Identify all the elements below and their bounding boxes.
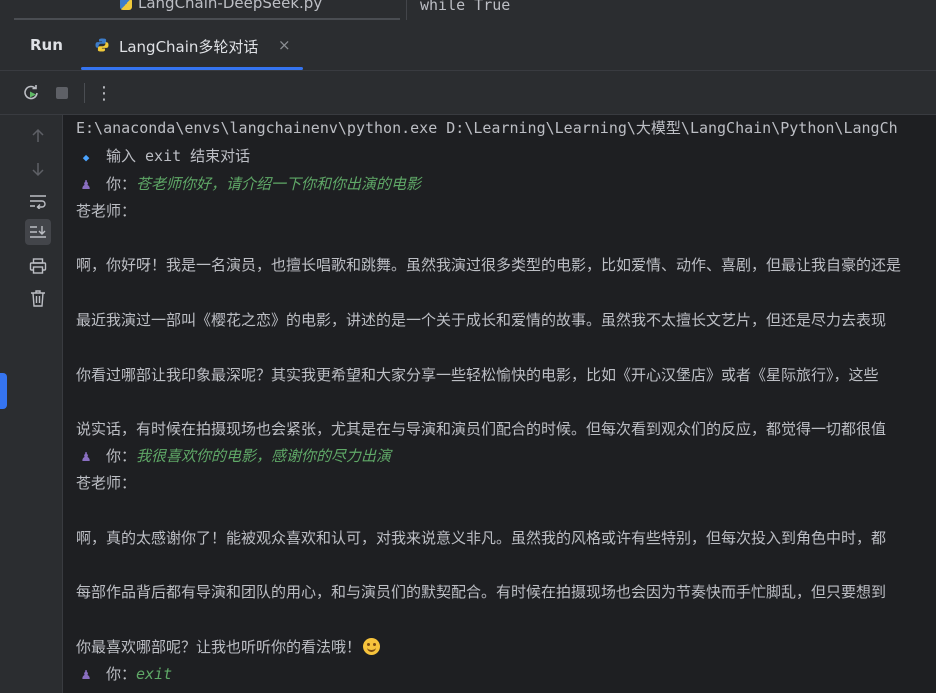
user-prefix: 你： bbox=[106, 665, 137, 683]
assistant-reply-line: 啊，真的太感谢你了！能被观众喜欢和认可，对我来说意义非凡。虽然我的风格或许有些特… bbox=[76, 529, 887, 547]
scroll-down-button[interactable] bbox=[25, 156, 51, 182]
arrow-down-icon bbox=[32, 163, 44, 177]
scroll-up-button[interactable] bbox=[25, 123, 51, 149]
user-input-line: ♟ 你：我很喜欢你的电影，感谢你的尽力出演 bbox=[76, 444, 391, 468]
user-message: 我很喜欢你的电影，感谢你的尽力出演 bbox=[136, 447, 392, 465]
active-tab-indicator bbox=[81, 67, 303, 70]
console-hint-line: ◆ 输入 exit 结束对话 bbox=[76, 144, 251, 168]
console-hint-text: 输入 exit 结束对话 bbox=[106, 147, 251, 165]
clear-console-button[interactable] bbox=[25, 285, 51, 311]
user-prefix: 你： bbox=[106, 175, 137, 193]
rerun-button[interactable] bbox=[18, 80, 44, 106]
assistant-name-line: 苍老师： bbox=[76, 202, 137, 220]
arrow-up-icon bbox=[32, 128, 44, 142]
editor-file-name: LangChain-DeepSeek.py bbox=[138, 0, 323, 12]
console-output[interactable]: E:\anaconda\envs\langchainenv\python.exe… bbox=[63, 115, 936, 693]
assistant-reply-line: 说实话，有时候在拍摄现场也会紧张，尤其是在与导演和演员们配合的时候。但每次看到观… bbox=[76, 420, 887, 438]
assistant-reply-line: 每部作品背后都有导演和团队的用心，和与演员们的默契配合。有时候在拍摄现场也会因为… bbox=[76, 583, 887, 601]
assistant-reply-line: 你看过哪部让我印象最深呢？其实我更希望和大家分享一些轻松愉快的电影，比如《开心汉… bbox=[76, 366, 879, 384]
print-icon bbox=[29, 258, 47, 274]
assistant-reply-line: 最近我演过一部叫《樱花之恋》的电影，讲述的是一个关于成长和爱情的故事。虽然我不太… bbox=[76, 311, 887, 329]
console-gutter bbox=[0, 115, 63, 693]
editor-tab-strip: LangChain-DeepSeek.py while True bbox=[0, 0, 936, 22]
stop-button[interactable] bbox=[49, 80, 75, 106]
assistant-name-line: 苍老师： bbox=[76, 474, 137, 492]
toolbar-separator bbox=[84, 83, 85, 103]
user-input-line: ♟ 你：苍老师你好，请介绍一下你和你出演的电影 bbox=[76, 172, 421, 196]
smiling-face-emoji-icon bbox=[363, 638, 381, 655]
assistant-reply-line: 啊，你好呀！我是一名演员，也擅长唱歌和跳舞。虽然我演过很多类型的电影，比如爱情、… bbox=[76, 256, 902, 274]
python-icon bbox=[95, 38, 109, 52]
trash-icon bbox=[31, 290, 45, 307]
assistant-reply-text: 你最喜欢哪部呢？让我也听听你的看法哦！ bbox=[76, 638, 362, 656]
close-tab-icon[interactable]: × bbox=[278, 36, 291, 54]
user-input-line: ♟ 你：exit bbox=[76, 662, 172, 686]
user-message: exit bbox=[136, 665, 173, 683]
scroll-to-end-button[interactable] bbox=[25, 219, 51, 245]
user-icon: ♟ bbox=[81, 175, 91, 193]
console-command-line: E:\anaconda\envs\langchainenv\python.exe… bbox=[76, 119, 898, 137]
editor-file-tab[interactable]: LangChain-DeepSeek.py bbox=[14, 0, 400, 20]
run-tool-window-header: Run LangChain多轮对话 × bbox=[0, 22, 936, 71]
tool-window-accent-marker bbox=[0, 373, 7, 409]
user-prefix: 你： bbox=[106, 447, 137, 465]
user-icon: ♟ bbox=[81, 447, 91, 465]
run-configuration-tab[interactable]: LangChain多轮对话 × bbox=[81, 22, 303, 70]
rerun-icon bbox=[24, 85, 38, 100]
run-tab-label: LangChain多轮对话 bbox=[119, 38, 259, 56]
print-button[interactable] bbox=[25, 253, 51, 279]
soft-wrap-icon bbox=[30, 195, 46, 209]
editor-file-tab-label: LangChain-DeepSeek.py bbox=[120, 0, 322, 12]
assistant-reply-line: 你最喜欢哪部呢？让我也听听你的看法哦！ bbox=[76, 635, 381, 659]
blue-diamond-icon: ◆ bbox=[82, 151, 90, 164]
run-toolbar: ⋮ bbox=[0, 71, 936, 115]
editor-code-fragment: while True bbox=[420, 0, 511, 14]
editor-split-divider[interactable] bbox=[406, 0, 407, 20]
scroll-to-end-icon bbox=[30, 226, 46, 238]
ide-window: LangChain-DeepSeek.py while True Run Lan… bbox=[0, 0, 936, 693]
user-message: 苍老师你好，请介绍一下你和你出演的电影 bbox=[136, 175, 422, 193]
run-tool-window-title: Run bbox=[30, 36, 63, 54]
more-options-icon[interactable]: ⋮ bbox=[91, 80, 117, 106]
user-icon: ♟ bbox=[81, 665, 91, 683]
stop-icon bbox=[56, 87, 68, 99]
soft-wrap-button[interactable] bbox=[25, 188, 51, 214]
python-file-icon bbox=[120, 0, 132, 10]
